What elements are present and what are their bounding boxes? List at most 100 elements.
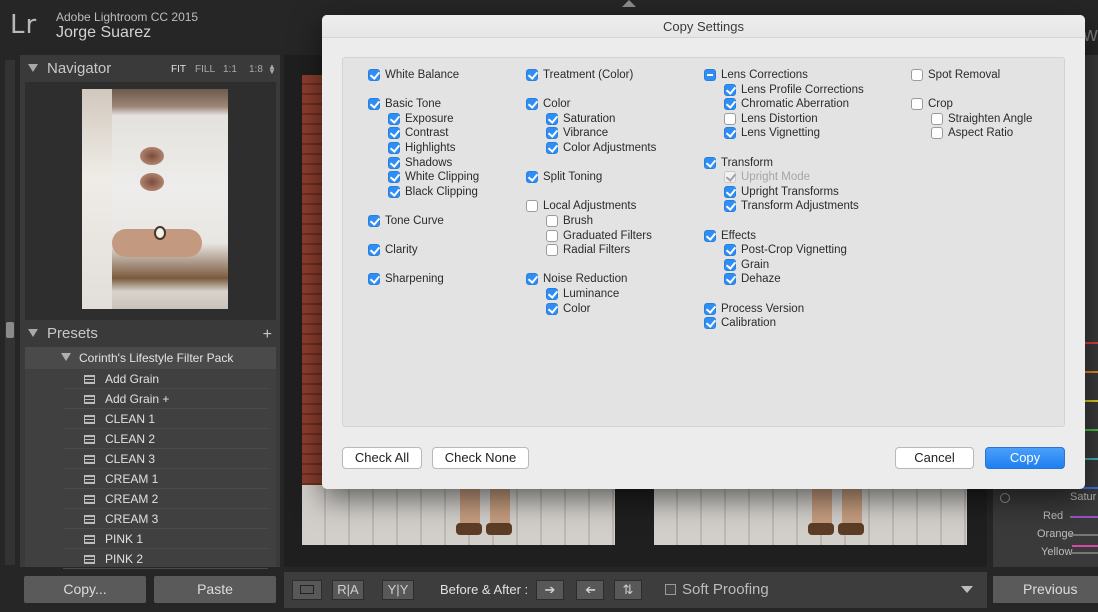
copy-settings-dialog: Copy Settings White Balance Basic Tone Exp… xyxy=(322,15,1085,489)
navigator-photo xyxy=(82,89,228,309)
paste-settings-button[interactable]: Paste xyxy=(154,576,276,603)
copy-before-to-after-button[interactable]: ➔ xyxy=(536,580,564,600)
checkbox-icon[interactable] xyxy=(388,157,400,169)
checkbox-icon[interactable] xyxy=(388,127,400,139)
checkbox-icon[interactable] xyxy=(704,69,716,81)
preset-row[interactable]: Add Grain xyxy=(25,369,276,389)
check-none-button[interactable]: Check None xyxy=(432,447,529,469)
checkbox-icon[interactable] xyxy=(526,171,538,183)
checkbox-icon[interactable] xyxy=(546,303,558,315)
copy-after-to-before-button[interactable]: ➔ xyxy=(576,580,604,600)
sandal xyxy=(808,523,834,535)
checkbox-icon[interactable] xyxy=(724,259,736,271)
preset-row[interactable]: CLEAN 2 xyxy=(25,429,276,449)
reference-view-button[interactable]: R|A xyxy=(332,580,364,600)
setting-label: White Balance xyxy=(385,69,460,81)
checkbox-icon[interactable] xyxy=(388,186,400,198)
left-panel-edge[interactable] xyxy=(5,60,15,565)
checkbox-icon[interactable] xyxy=(704,317,716,329)
copy-settings-button[interactable]: Copy... xyxy=(24,576,146,603)
preset-row[interactable]: CREAM 1 xyxy=(25,469,276,489)
setting-label: Lens Distortion xyxy=(741,113,818,125)
checkbox-icon[interactable] xyxy=(704,230,716,242)
collapse-triangle-icon[interactable] xyxy=(28,64,38,72)
preset-row[interactable]: CLEAN 1 xyxy=(25,409,276,429)
checkbox-icon[interactable] xyxy=(911,98,923,110)
checkbox-icon[interactable] xyxy=(526,273,538,285)
check-all-button[interactable]: Check All xyxy=(342,447,422,469)
preset-row[interactable]: PINK 2 xyxy=(25,549,276,569)
checkbox-icon[interactable] xyxy=(368,215,380,227)
checkbox-icon[interactable] xyxy=(368,244,380,256)
collapse-triangle-icon[interactable] xyxy=(28,329,38,337)
hsl-yellow-slider[interactable] xyxy=(1070,552,1098,554)
checkbox-icon[interactable] xyxy=(724,186,736,198)
checkbox-icon[interactable] xyxy=(388,113,400,125)
checkbox-icon[interactable] xyxy=(546,288,558,300)
zoom-1-8[interactable]: 1:8 xyxy=(249,64,263,75)
checkbox-icon[interactable] xyxy=(704,303,716,315)
checkbox-icon[interactable] xyxy=(526,69,538,81)
checkbox-icon[interactable] xyxy=(724,273,736,285)
sunglasses-graphic xyxy=(140,147,164,193)
checkbox-icon[interactable] xyxy=(931,127,943,139)
view-mode-button[interactable] xyxy=(292,580,322,600)
checkbox-icon[interactable] xyxy=(388,142,400,154)
checkbox-icon[interactable] xyxy=(724,98,736,110)
zoom-fit[interactable]: FIT xyxy=(171,64,186,75)
lightroom-logo: Lr xyxy=(10,10,38,40)
presets-header[interactable]: Presets + xyxy=(20,322,280,346)
setting-label: Lens Vignetting xyxy=(741,127,821,139)
checkbox-icon[interactable] xyxy=(724,84,736,96)
checkbox-icon[interactable] xyxy=(546,142,558,154)
checkbox-icon[interactable] xyxy=(911,69,923,81)
panel-edge-handle[interactable] xyxy=(6,322,14,338)
checkbox-icon[interactable] xyxy=(368,273,380,285)
preset-row[interactable]: CREAM 2 xyxy=(25,489,276,509)
preset-row[interactable]: CLEAN 3 xyxy=(25,449,276,469)
preset-label: CREAM 1 xyxy=(105,472,159,486)
top-panel-toggle-icon[interactable] xyxy=(622,0,636,7)
targeted-adjustment-icon[interactable] xyxy=(1000,493,1010,503)
preset-row[interactable]: CREAM 3 xyxy=(25,509,276,529)
copy-button[interactable]: Copy xyxy=(985,447,1065,469)
checkbox-icon[interactable] xyxy=(546,215,558,227)
checkbox-icon[interactable] xyxy=(546,244,558,256)
toolbar-menu-chevron-down-icon[interactable] xyxy=(961,586,973,593)
checkbox-icon[interactable] xyxy=(546,230,558,242)
checkbox-icon[interactable] xyxy=(526,98,538,110)
navigator-preview[interactable] xyxy=(25,82,276,320)
folder-expand-triangle-icon[interactable] xyxy=(61,353,71,361)
sandal xyxy=(456,523,482,535)
cancel-button[interactable]: Cancel xyxy=(895,447,974,469)
preset-folder-row[interactable]: Corinth's Lifestyle Filter Pack xyxy=(25,347,276,369)
checkbox-icon[interactable] xyxy=(368,98,380,110)
setting-label: Contrast xyxy=(405,127,449,139)
checkbox-icon[interactable] xyxy=(546,113,558,125)
setting-label: Highlights xyxy=(405,142,456,154)
soft-proofing-checkbox[interactable] xyxy=(665,584,676,595)
setting-label: Saturation xyxy=(563,113,616,125)
checkbox-icon[interactable] xyxy=(724,244,736,256)
navigator-header[interactable]: Navigator FIT FILL 1:1 1:8 ▲ ▼ xyxy=(20,57,280,81)
zoom-fill[interactable]: FILL xyxy=(195,64,215,75)
preset-row[interactable]: PINK 1 xyxy=(25,529,276,549)
checkbox-icon[interactable] xyxy=(546,127,558,139)
before-after-view-button[interactable]: Y|Y xyxy=(382,580,414,600)
checkbox-icon[interactable] xyxy=(388,171,400,183)
checkbox-icon[interactable] xyxy=(724,127,736,139)
checkbox-icon[interactable] xyxy=(368,69,380,81)
setting-label: Noise Reduction xyxy=(543,273,628,285)
checkbox-icon[interactable] xyxy=(724,113,736,125)
preset-row[interactable]: Add Grain + xyxy=(25,389,276,409)
checkbox-icon[interactable] xyxy=(931,113,943,125)
checkbox-icon[interactable] xyxy=(704,157,716,169)
checkbox-icon[interactable] xyxy=(526,200,538,212)
previous-button[interactable]: Previous xyxy=(993,576,1098,603)
checkbox-icon[interactable] xyxy=(724,200,736,212)
swap-before-after-button[interactable]: ⇅ xyxy=(614,580,642,600)
zoom-stepper-icon[interactable]: ▲ ▼ xyxy=(268,63,276,76)
add-preset-plus-icon[interactable]: + xyxy=(263,326,272,344)
hsl-orange-slider[interactable] xyxy=(1070,534,1098,536)
zoom-1-1[interactable]: 1:1 xyxy=(223,64,237,75)
